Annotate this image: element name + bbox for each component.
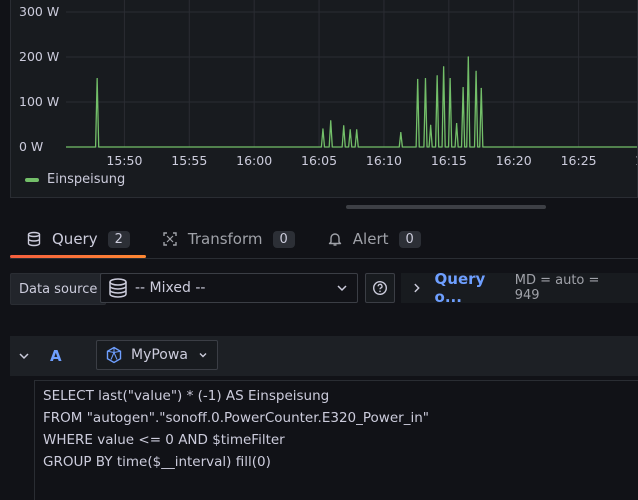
query-line: GROUP BY time($__interval) fill(0) [43,454,271,470]
data-point [424,78,427,80]
datasource-help-button[interactable] [365,273,395,303]
tab-transform-count: 0 [272,230,295,248]
tab-transform-label: Transform [187,230,263,248]
datasource-picker[interactable]: -- Mixed -- [100,273,358,303]
data-point [356,129,358,131]
x-tick-label: 16:05 [301,153,337,168]
tabs-divider [10,258,638,259]
chevron-down-icon [199,353,207,358]
y-tick-label: 0 W [19,139,43,154]
tab-transform[interactable]: Transform 0 [146,222,311,256]
query-options-meta: MD = auto = 949 [514,273,600,303]
data-point [456,123,458,125]
database-icon [27,231,41,247]
datasource-label: Data source [10,273,107,305]
data-point [480,87,482,90]
query-options-title: Query o... [434,270,486,306]
data-point [443,66,445,68]
x-tick-label: 16:10 [366,153,402,168]
graph-panel: 0 W 100 W 200 W 300 W 15:50 15:55 16:00 16:05 16… [10,0,638,198]
query-line: FROM "autogen"."sonoff.0.PowerCounter.E3… [43,410,429,426]
tab-query-count: 2 [107,230,130,248]
legend-label: Einspeisung [47,172,126,187]
data-point [400,132,402,134]
chevron-down-icon [337,285,347,292]
query-datasource-name: MyPowa [131,347,188,363]
y-tick-label: 100 W [19,94,59,109]
tab-alert-count: 0 [398,230,421,248]
data-point [436,75,438,77]
data-point [467,56,469,58]
data-point [343,125,345,127]
datasource-value: -- Mixed -- [135,280,206,296]
query-ref-id[interactable]: A [50,347,62,365]
chevron-down-icon[interactable] [18,350,30,362]
tab-alert[interactable]: Alert 0 [311,222,437,256]
influxdb-icon [106,346,122,364]
data-point [349,129,351,131]
x-tick-label: 16:00 [236,153,272,168]
x-tick-label: 15:55 [171,153,207,168]
data-point [417,78,419,81]
x-tick-label: 16:15 [431,153,467,168]
query-datasource-picker[interactable]: MyPowa [96,340,218,370]
data-point [449,78,451,80]
data-point [330,120,332,122]
editor-tabs: Query 2 Transform 0 Alert 0 [10,222,638,258]
y-tick-label: 200 W [19,49,59,64]
resize-handle[interactable] [346,205,546,209]
query-editor[interactable]: SELECT last("value") * (-1) AS Einspeisu… [34,380,638,500]
x-tick-label: 15:50 [106,153,142,168]
legend-item-einspeisung[interactable]: Einspeisung [25,172,125,187]
query-line: SELECT last("value") * (-1) AS Einspeisu… [43,388,330,404]
x-tick-label: 16:25 [561,153,597,168]
tab-query[interactable]: Query 2 [10,222,146,258]
legend-swatch [25,177,39,182]
y-tick-label: 300 W [19,4,59,19]
query-row-header: A MyPowa [10,336,638,376]
query-line: WHERE value <= 0 AND $timeFilter [43,432,285,448]
data-point [462,87,464,89]
power-chart: 0 W 100 W 200 W 300 W 15:50 15:55 16:00 16:05 16… [19,0,637,168]
question-circle-icon [372,280,388,296]
chevron-right-icon [414,283,420,293]
query-options-toggle[interactable]: Query o... MD = auto = 949 [401,270,638,306]
tab-alert-label: Alert [352,230,389,248]
tab-query-label: Query [52,230,98,248]
x-tick-label: 1 [635,153,637,168]
transform-icon [163,232,177,246]
data-point [475,70,477,72]
mixed-datasource-icon [109,278,127,298]
bell-icon [328,233,341,246]
x-tick-label: 16:20 [496,153,532,168]
data-point [96,78,98,80]
data-point [430,124,432,126]
data-point [322,128,324,130]
